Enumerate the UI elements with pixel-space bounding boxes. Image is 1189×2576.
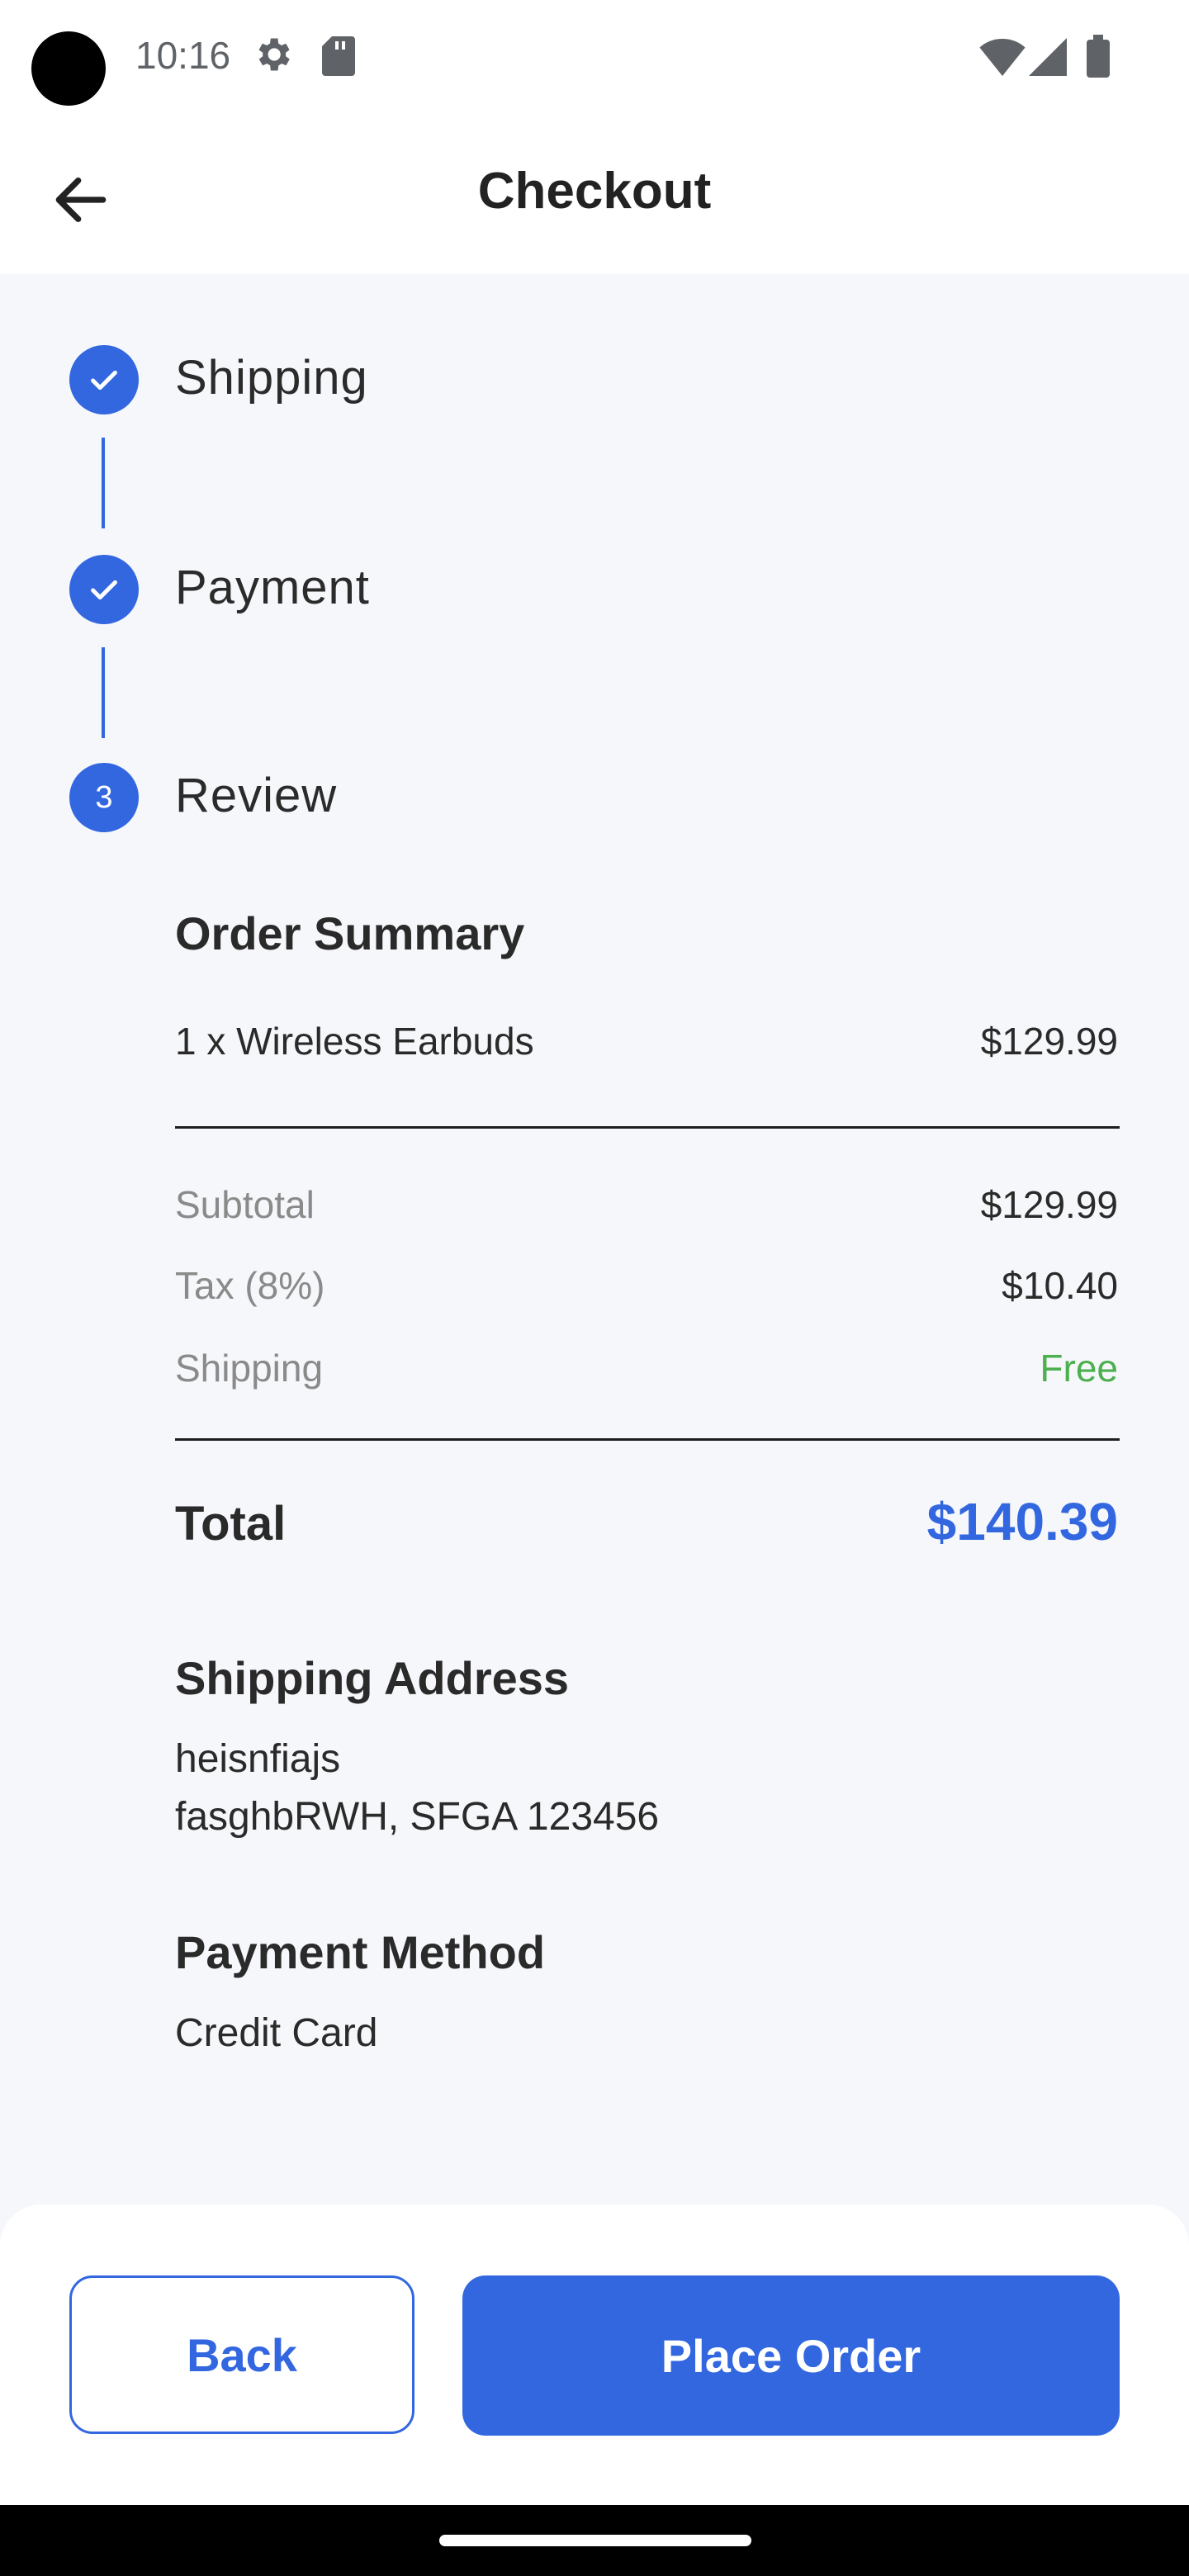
camera-cutout — [31, 31, 106, 106]
address-line-1: heisnfiajs — [175, 1737, 341, 1781]
page-title: Checkout — [477, 163, 712, 220]
status-time: 10:16 — [135, 34, 231, 77]
check-icon — [91, 370, 117, 391]
address-line-2: fasghbRWH, SFGA 123456 — [175, 1795, 660, 1839]
subtotal-label: Subtotal — [175, 1183, 315, 1226]
back-button[interactable]: Back — [69, 2275, 414, 2434]
home-indicator[interactable] — [439, 2535, 751, 2546]
tax-label: Tax (8%) — [175, 1264, 325, 1307]
shipping-cost-label: Shipping — [175, 1347, 324, 1390]
payment-method-heading: Payment Method — [175, 1926, 546, 1978]
sd-card-icon — [322, 36, 355, 76]
step-shipping-label[interactable]: Shipping — [175, 350, 368, 405]
place-order-button[interactable]: Place Order — [462, 2275, 1120, 2436]
step-payment-label[interactable]: Payment — [175, 560, 370, 615]
step-connector — [102, 647, 105, 738]
step-shipping-indicator — [69, 345, 139, 414]
gear-icon — [258, 38, 290, 71]
item-description: 1 x Wireless Earbuds — [175, 1020, 534, 1063]
step-review-indicator: 3 — [69, 763, 139, 832]
step-payment-indicator — [69, 555, 139, 624]
total-value: $140.39 — [926, 1492, 1118, 1551]
item-price: $129.99 — [980, 1020, 1118, 1063]
app-bar: Checkout — [0, 124, 1189, 274]
check-icon — [91, 580, 117, 600]
payment-method-value: Credit Card — [175, 2011, 378, 2055]
order-summary-heading: Order Summary — [175, 907, 525, 959]
total-label: Total — [175, 1497, 287, 1551]
divider — [175, 1126, 1120, 1129]
step-connector — [102, 438, 105, 528]
step-review-label[interactable]: Review — [175, 768, 337, 823]
shipping-cost-value: Free — [1040, 1347, 1118, 1390]
signal-icon — [1029, 38, 1067, 76]
wifi-icon — [979, 38, 1026, 76]
tax-value: $10.40 — [1002, 1264, 1118, 1307]
shipping-address-heading: Shipping Address — [175, 1652, 570, 1704]
divider — [175, 1438, 1120, 1441]
status-bar: 10:16 — [0, 0, 1189, 124]
battery-icon — [1087, 35, 1110, 78]
subtotal-value: $129.99 — [980, 1183, 1118, 1226]
